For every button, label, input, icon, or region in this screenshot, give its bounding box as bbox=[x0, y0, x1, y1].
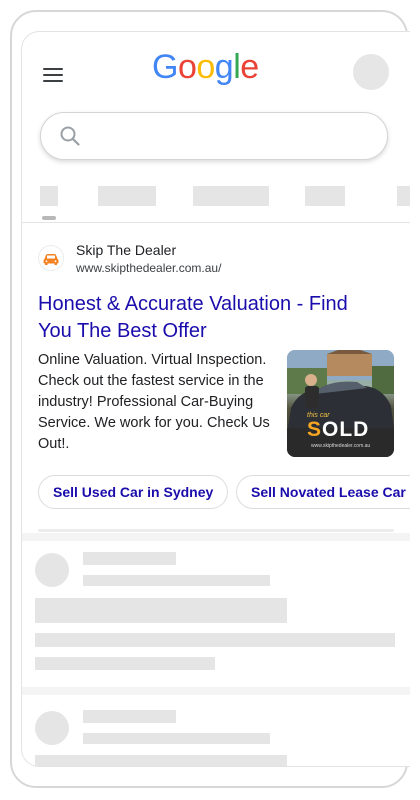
logo-letter: o bbox=[196, 48, 215, 86]
placeholder-line bbox=[35, 598, 287, 623]
thumbnail-caption: www.skipthedealer.com.au bbox=[311, 443, 371, 449]
tab-placeholder[interactable] bbox=[305, 186, 345, 206]
ad-headline-link[interactable]: Honest & Accurate Valuation - Find You T… bbox=[38, 291, 378, 345]
placeholder-favicon bbox=[35, 711, 69, 745]
placeholder-line bbox=[83, 733, 270, 744]
thumbnail-sold-text: SOLD bbox=[307, 418, 370, 441]
account-avatar[interactable] bbox=[353, 54, 389, 90]
search-input[interactable] bbox=[91, 123, 375, 151]
section-divider bbox=[22, 687, 410, 695]
placeholder-line bbox=[35, 633, 395, 647]
divider bbox=[38, 529, 394, 532]
hamburger-menu-icon[interactable] bbox=[43, 68, 63, 82]
tab-placeholder[interactable] bbox=[193, 186, 269, 206]
section-divider bbox=[22, 533, 410, 541]
placeholder-line bbox=[83, 552, 176, 565]
placeholder-favicon bbox=[35, 553, 69, 587]
logo-letter: o bbox=[177, 48, 197, 86]
sitelink-chip[interactable]: Sell Novated Lease Car bbox=[236, 475, 410, 509]
active-tab-indicator bbox=[42, 216, 56, 220]
ad-description: Online Valuation. Virtual Inspection. Ch… bbox=[38, 352, 270, 452]
tab-placeholder[interactable] bbox=[40, 186, 58, 206]
tab-placeholder[interactable] bbox=[397, 186, 410, 206]
ad-site-name[interactable]: Skip The Dealer bbox=[76, 242, 176, 258]
ad-display-url[interactable]: www.skipthedealer.com.au/ bbox=[76, 261, 221, 275]
google-logo[interactable]: Google bbox=[152, 48, 259, 87]
ad-thumbnail-image[interactable]: this car SOLD www.skipthedealer.com.au bbox=[287, 350, 394, 457]
logo-letter: G bbox=[152, 48, 178, 86]
logo-letter: e bbox=[240, 48, 259, 86]
ad-sitelinks: Sell Used Car in Sydney Sell Novated Lea… bbox=[38, 475, 410, 509]
phone-screen: Google Skip The Dealer www.skipthedealer… bbox=[21, 31, 410, 767]
logo-letter: l bbox=[233, 48, 241, 86]
search-icon bbox=[60, 126, 80, 146]
placeholder-line bbox=[83, 710, 176, 723]
search-tabs-placeholder bbox=[22, 186, 410, 222]
logo-letter: g bbox=[214, 48, 234, 86]
site-favicon-icon bbox=[38, 245, 64, 271]
placeholder-line bbox=[35, 657, 215, 670]
tab-placeholder[interactable] bbox=[98, 186, 156, 206]
divider bbox=[22, 222, 410, 223]
search-box[interactable] bbox=[40, 112, 388, 160]
top-bar: Google bbox=[22, 32, 410, 112]
placeholder-line bbox=[83, 575, 270, 586]
placeholder-line bbox=[35, 755, 287, 766]
sitelink-chip[interactable]: Sell Used Car in Sydney bbox=[38, 475, 229, 509]
